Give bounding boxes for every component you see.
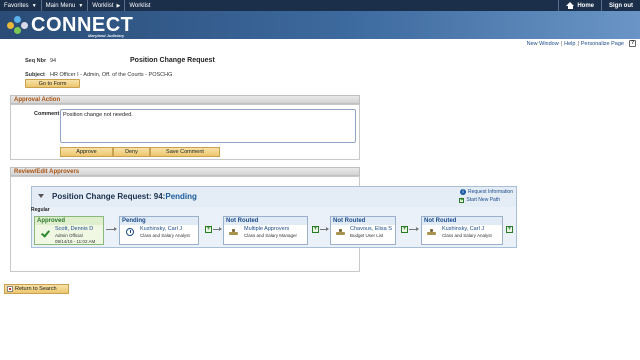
home-link[interactable]: Home (558, 0, 601, 11)
clock-icon (126, 228, 134, 236)
main-menu[interactable]: Main Menu ▼ (42, 0, 89, 11)
header-banner: CONNECT Maryland Judiciary (0, 11, 640, 39)
breadcrumb-label: Worklist (92, 2, 114, 9)
seq-nbr-label: Seq Nbr (25, 58, 47, 64)
approver-name-link[interactable]: Kushinsky, Carl J (140, 226, 182, 232)
breadcrumb-worklist-menu[interactable]: Worklist ▶ (88, 0, 126, 11)
breadcrumb-label: Worklist (129, 2, 151, 9)
home-icon (566, 2, 575, 9)
request-information-link[interactable]: i Request Information (459, 189, 513, 195)
request-information-label[interactable]: Request Information (468, 189, 513, 195)
main-menu-label: Main Menu (45, 2, 76, 9)
stamp-icon (229, 229, 238, 235)
logo-subtitle: Maryland Judiciary (88, 33, 125, 38)
path-status: Pending (165, 192, 197, 201)
logo-text: CONNECT (31, 14, 134, 36)
info-icon: i (459, 189, 466, 195)
return-icon (7, 286, 13, 292)
subject-label: Subject (25, 72, 45, 78)
step-status: Approved (35, 217, 103, 225)
step-status: Not Routed (224, 217, 307, 225)
approval-path-header: Position Change Request: 94:Pending i Re… (32, 187, 516, 207)
approval-buttons: Approve Deny Save Comment (60, 147, 220, 157)
top-nav-bar: Favorites ▼ Main Menu ▼ Worklist ▶ Workl… (0, 0, 640, 11)
approver-role: Class and Salary Manager (244, 233, 298, 238)
page-title: Position Change Request (130, 57, 215, 64)
review-edit-approvers-header: Review/Edit Approvers (10, 167, 360, 176)
breadcrumb-worklist[interactable]: Worklist (125, 0, 154, 11)
approval-date: 09/14/15 - 11:02 AM (55, 239, 96, 244)
comment-textarea[interactable]: Position change not needed. (60, 109, 356, 143)
flow-arrow (409, 227, 419, 231)
collapse-triangle-icon[interactable] (38, 194, 44, 198)
approver-role: Class and Salary Analyst (140, 233, 190, 238)
go-to-form-button[interactable]: Go to Form (25, 79, 80, 88)
path-type-label: Regular (31, 207, 50, 213)
return-to-search-button[interactable]: Return to Search (4, 284, 69, 294)
new-window-link[interactable]: New Window (527, 41, 559, 47)
separator: | (577, 41, 579, 47)
approver-step-not-routed: Not Routed Multiple Approvers Class and … (223, 216, 308, 245)
approver-name-link[interactable]: Chavous, Elisa S (350, 226, 392, 232)
chevron-down-icon: ▼ (31, 2, 37, 9)
seq-nbr-value: 94 (50, 58, 57, 64)
sign-out-label: Sign out (609, 2, 633, 9)
sign-out-link[interactable]: Sign out (601, 0, 640, 11)
approver-name-link[interactable]: Kushinsky, Carl J (442, 226, 484, 232)
approver-role: Class and Salary Analyst (442, 233, 492, 238)
comment-label: Comment (34, 111, 60, 117)
flow-arrow (106, 227, 117, 231)
stamp-icon (427, 229, 436, 235)
step-status: Pending (120, 217, 198, 225)
chevron-down-icon: ▼ (78, 2, 84, 9)
approver-step-pending: Pending Kushinsky, Carl J Class and Sala… (119, 216, 199, 245)
start-new-path-label[interactable]: Start New Path (466, 197, 500, 203)
favorites-label: Favorites (4, 2, 29, 9)
page-help-icon[interactable]: ? (629, 40, 636, 47)
approver-name-link[interactable]: Multiple Approvers (244, 226, 289, 232)
step-status: Not Routed (422, 217, 502, 225)
approval-action-header: Approval Action (10, 95, 360, 104)
approver-step-approved: Approved Scott, Dennis D Admin Official … (34, 216, 104, 245)
insert-approver-button[interactable]: + (401, 226, 408, 233)
path-title-text: Position Change Request: 94: (52, 192, 166, 201)
subject-value: HR Officer I - Admin, Off. of the Courts… (50, 72, 173, 78)
deny-button[interactable]: Deny (113, 147, 150, 157)
start-new-path-link[interactable]: + Start New Path (459, 197, 500, 203)
approver-step-not-routed: Not Routed Chavous, Elisa S Budget User … (330, 216, 396, 245)
insert-approver-button[interactable]: + (205, 226, 212, 233)
approver-role: Budget User List (350, 233, 384, 238)
plus-icon: + (459, 196, 465, 203)
favorites-menu[interactable]: Favorites ▼ (0, 0, 42, 11)
approve-button[interactable]: Approve (60, 147, 113, 157)
flow-arrow (320, 227, 329, 231)
approver-name-link[interactable]: Scott, Dennis D (55, 226, 93, 232)
return-to-search-label: Return to Search (15, 286, 57, 292)
insert-approver-button[interactable]: + (312, 226, 319, 233)
step-status: Not Routed (331, 217, 395, 225)
approver-role: Admin Official (55, 233, 83, 238)
personalize-page-link[interactable]: Personalize Page (581, 41, 624, 47)
utility-links: New Window | Help | Personalize Page (527, 41, 624, 47)
stamp-icon (336, 229, 345, 235)
checkmark-icon (41, 228, 50, 238)
chevron-right-icon: ▶ (116, 2, 121, 9)
help-link[interactable]: Help (564, 41, 575, 47)
flow-arrow (213, 227, 222, 231)
approver-step-not-routed: Not Routed Kushinsky, Carl J Class and S… (421, 216, 503, 245)
save-comment-button[interactable]: Save Comment (150, 147, 220, 157)
logo-mark-icon (5, 13, 31, 37)
home-label: Home (577, 2, 594, 9)
separator: | (560, 41, 563, 47)
insert-approver-button[interactable]: + (506, 226, 513, 233)
approval-path-title: Position Change Request: 94:Pending (52, 192, 197, 201)
